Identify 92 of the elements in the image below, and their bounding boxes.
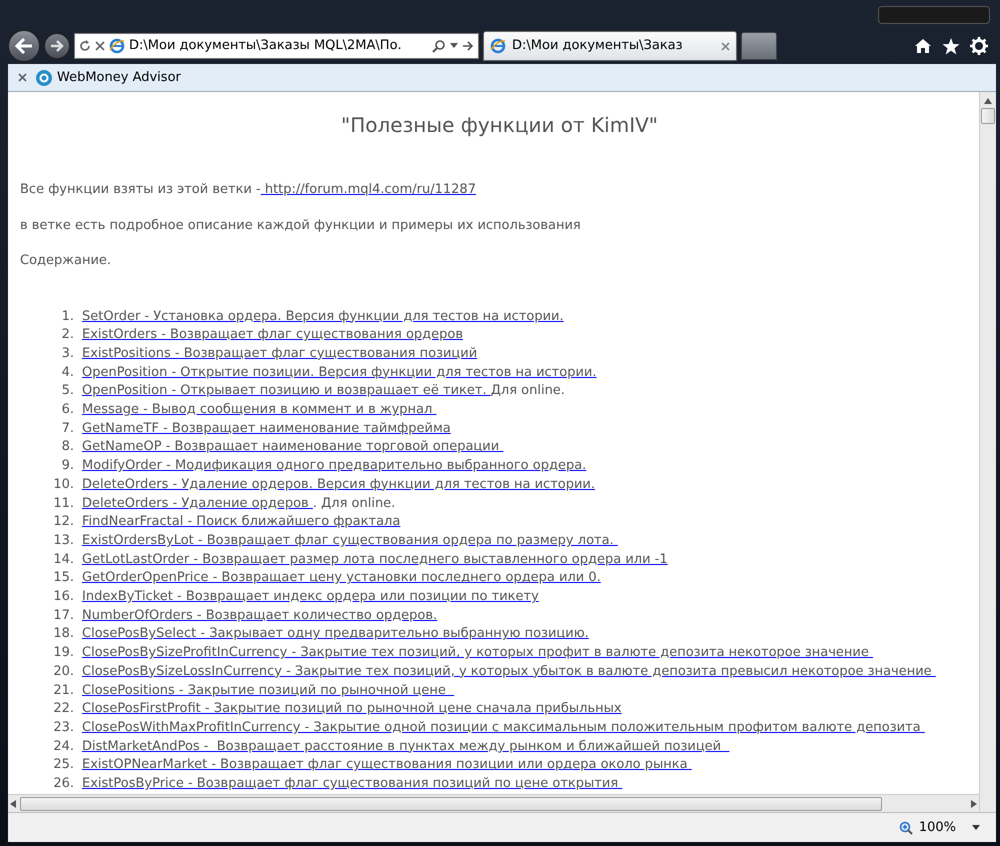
star-icon[interactable] (942, 38, 960, 54)
close-icon[interactable] (18, 73, 27, 82)
address-bar[interactable]: D:\Мои документы\Заказы MQL\2MA\По. (74, 33, 479, 59)
function-link[interactable]: GetNameTF - Возвращает наименование таймфрейма (82, 420, 451, 438)
dropdown-caret-icon[interactable] (450, 43, 458, 49)
function-link[interactable]: ClosePosWithMaxProfitInCurrency - Закрытие одной позиции с максимальным положительным профитом валюте депозита (82, 718, 925, 738)
horizontal-scrollbar[interactable] (8, 794, 979, 812)
function-link[interactable]: OpenPosition - Открывает позицию и возвращает её тикет. (82, 382, 491, 402)
list-number: 15. (52, 569, 75, 588)
function-link[interactable]: SetOrder - Установка ордера. Версия функции для тестов на истории. (82, 308, 564, 326)
list-number: 5. (60, 382, 75, 400)
contents-heading: Содержание. (20, 252, 112, 270)
list-number: 13. (52, 532, 75, 550)
note-text: Для online. (490, 382, 565, 400)
function-link[interactable]: GetOrderOpenPrice - Возвращает цену установки последнего ордера или 0. (82, 569, 601, 588)
list-number: 8. (60, 438, 75, 456)
function-link[interactable]: DeleteOrders - Удаление ордеров (82, 494, 313, 514)
list-number: 11. (52, 494, 75, 513)
function-link[interactable]: ClosePosFirstProfit - Закрытие позиций по рыночной цене сначала прибыльных (82, 700, 622, 719)
function-link[interactable]: ExistPosByPrice - Возвращает флаг существования позиций по цене открытия (82, 775, 622, 794)
function-link[interactable]: ExistOPNearMarket - Возвращает флаг существования позиции или ордера около рынка (82, 756, 692, 776)
globe-icon (35, 68, 53, 86)
function-link[interactable]: ClosePosBySelect - Закрывает одну предварительно выбранную позицию. (82, 625, 589, 644)
list-number: 6. (60, 401, 75, 420)
page-icon (109, 38, 125, 54)
search-icon[interactable] (432, 39, 446, 53)
function-link[interactable]: Message - Вывод сообщения в коммент и в журнал (82, 401, 436, 420)
list-number: 23. (52, 718, 75, 737)
stop-icon[interactable] (95, 41, 105, 51)
favorites-link[interactable]: WebMoney Advisor (35, 68, 181, 88)
right-arrow-icon (50, 40, 64, 52)
function-link[interactable]: DeleteOrders - Удаление ордеров. Версия функции для тестов на истории. (82, 476, 596, 495)
forward-button[interactable] (44, 33, 70, 59)
scroll-left-icon[interactable] (10, 800, 16, 808)
address-text: D:\Мои документы\Заказы MQL\2MA\По. (129, 37, 403, 56)
refresh-icon[interactable] (79, 40, 91, 52)
list-number: 17. (52, 606, 75, 625)
source-text: Все функции взяты из этой ветки - (20, 182, 261, 197)
scrollbar-thumb[interactable] (981, 108, 995, 124)
vertical-scrollbar[interactable] (979, 92, 996, 812)
home-icon[interactable] (914, 38, 932, 54)
page-title: "Полезные функции от KimIV" (341, 112, 658, 139)
list-number: 10. (52, 476, 75, 494)
function-link[interactable]: ExistPositions - Возвращает флаг существования позиций (82, 344, 478, 364)
new-tab-button[interactable] (741, 32, 777, 60)
dropdown-caret-icon[interactable] (972, 825, 980, 830)
list-number: 21. (52, 682, 75, 700)
close-icon[interactable] (721, 42, 730, 50)
list-number: 7. (60, 420, 75, 438)
function-link[interactable]: ExistOrders - Возвращает флаг существования ордеров (82, 326, 463, 345)
function-link[interactable]: ExistOrdersByLot - Возвращает флаг существования ордера по размеру лота. (82, 532, 618, 551)
scroll-right-icon[interactable] (971, 800, 977, 808)
function-link[interactable]: ClosePosBySizeLossInCurrency - Закрытие тех позиций, у которых убыток в валюте депозита превысил некоторое значение (82, 662, 936, 682)
scroll-up-icon[interactable] (984, 98, 992, 104)
function-link[interactable]: DistMarketAndPos - Возвращает расстояние в пунктах между рынком и ближайшей позицей (82, 738, 730, 756)
list-number: 20. (52, 662, 75, 681)
function-link[interactable]: ModifyOrder - Модификация одного предварительно выбранного ордера. (82, 457, 586, 476)
back-button[interactable] (8, 30, 40, 62)
zoom-icon[interactable] (898, 820, 913, 834)
go-arrow-icon[interactable] (462, 41, 474, 51)
function-link[interactable]: ClosePosBySizeProfitInCurrency - Закрытие тех позиций, у которых профит в валюте депозита некоторое значение (82, 644, 873, 663)
list-number: 16. (52, 588, 75, 606)
note-text: . Для online. (312, 494, 396, 513)
list-number: 12. (52, 513, 75, 532)
list-number: 26. (52, 775, 75, 794)
source-link[interactable]: http://forum.mql4.com/ru/11287 (260, 182, 476, 197)
list-number: 25. (52, 756, 75, 774)
list-number: 9. (60, 457, 75, 476)
description-text: в ветке есть подробное описание каждой функции и примеры их использования (20, 216, 582, 234)
list-number: 24. (52, 738, 75, 756)
function-link[interactable]: NumberOfOrders - Возвращает количество ордеров. (82, 606, 438, 626)
list-number: 4. (60, 364, 75, 382)
function-link[interactable]: GetLotLastOrder - Возвращает размер лота последнего выставленного ордера или -1 (82, 550, 668, 570)
zoom-level[interactable]: 100% (918, 818, 956, 838)
function-link[interactable]: IndexByTicket - Возвращает индекс ордера или позиции по тикету (82, 588, 539, 607)
list-number: 3. (60, 344, 75, 363)
list-number: 1. (60, 308, 75, 326)
function-link[interactable]: OpenPosition - Открытие позиции. Версия функции для тестов на истории. (82, 364, 596, 382)
settings-icon[interactable] (970, 37, 988, 55)
list-number: 18. (52, 625, 75, 644)
list-number: 14. (52, 550, 75, 569)
scrollbar-thumb[interactable] (20, 796, 882, 810)
left-arrow-icon (15, 38, 33, 54)
browser-tab[interactable]: D:\Мои документы\Заказ (483, 31, 737, 61)
list-number: 2. (60, 326, 75, 344)
page-icon (490, 38, 506, 54)
tab-title: D:\Мои документы\Заказ (512, 37, 684, 56)
function-link[interactable]: GetNameOP - Возвращает наименование торговой операции (82, 438, 504, 458)
list-number: 22. (52, 700, 75, 718)
list-number: 19. (52, 644, 75, 662)
function-link[interactable]: ClosePositions - Закрытие позиций по рыночной цене (82, 682, 454, 700)
function-link[interactable]: FindNearFractal - Поиск ближайшего фрактала (82, 513, 400, 532)
